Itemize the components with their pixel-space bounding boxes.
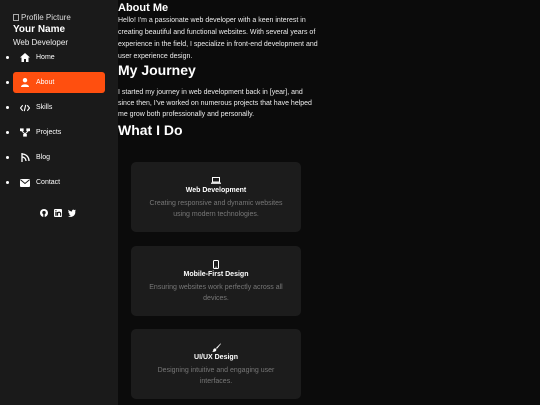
user-icon <box>20 78 30 88</box>
github-icon[interactable] <box>40 209 48 217</box>
nav-item-blog[interactable]: Blog <box>6 147 105 168</box>
service-title: Mobile-First Design <box>183 271 249 278</box>
main-content: About Me Hello! I'm a passionate web dev… <box>118 0 540 405</box>
service-title: Web Development <box>185 187 247 194</box>
social-links <box>40 209 76 217</box>
service-title: UI/UX Design <box>194 354 238 361</box>
service-card-ui-ux-design: UI/UX Design Designing intuitive and eng… <box>131 329 301 399</box>
envelope-icon <box>20 178 30 188</box>
nav-label-projects: Projects <box>36 129 62 136</box>
home-icon <box>20 53 30 63</box>
about-heading: About Me <box>118 2 169 14</box>
twitter-icon[interactable] <box>68 209 76 217</box>
list-bullet <box>6 56 9 59</box>
nav-item-about[interactable]: About <box>6 72 105 93</box>
service-card-web-development: Web Development Creating responsive and … <box>131 162 301 232</box>
blog-icon <box>20 153 30 163</box>
nav-label-home: Home <box>36 54 55 61</box>
service-description: Ensuring websites work perfectly across … <box>149 284 283 302</box>
paintbrush-icon <box>211 343 221 352</box>
list-bullet <box>6 81 9 84</box>
list-bullet <box>6 181 9 184</box>
linkedin-icon[interactable] <box>54 209 62 217</box>
code-icon <box>20 103 30 113</box>
journey-heading: My Journey <box>118 62 196 78</box>
services-heading: What I Do <box>118 122 183 138</box>
nav-label-blog: Blog <box>36 154 51 161</box>
projects-icon <box>20 128 30 138</box>
profile-picture: Profile Picture <box>13 13 71 22</box>
profile-role: Web Developer <box>13 38 68 47</box>
nav-item-projects[interactable]: Projects <box>6 122 105 143</box>
list-bullet <box>6 131 9 134</box>
profile-picture-alt: Profile Picture <box>21 13 71 22</box>
nav-label-contact: Contact <box>36 179 61 186</box>
sidebar: Profile Picture Your Name Web Developer … <box>0 0 118 405</box>
sidebar-nav: Home About Skills Projects Blog Contact <box>6 47 105 197</box>
list-bullet <box>6 106 9 109</box>
profile-name: Your Name <box>13 24 66 35</box>
nav-item-contact[interactable]: Contact <box>6 172 105 193</box>
mobile-icon <box>211 260 221 269</box>
about-paragraph: Hello! I'm a passionate web developer wi… <box>118 17 318 60</box>
broken-image-icon <box>13 14 19 21</box>
laptop-icon <box>211 176 221 185</box>
service-description: Creating responsive and dynamic websites… <box>149 200 283 218</box>
nav-item-home[interactable]: Home <box>6 47 105 68</box>
list-bullet <box>6 156 9 159</box>
service-description: Designing intuitive and engaging user in… <box>157 367 275 385</box>
nav-label-skills: Skills <box>36 104 53 111</box>
nav-label-about: About <box>36 79 55 86</box>
service-card-mobile-first-design: Mobile-First Design Ensuring websites wo… <box>131 246 301 316</box>
nav-item-skills[interactable]: Skills <box>6 97 105 118</box>
journey-paragraph: I started my journey in web development … <box>118 89 312 118</box>
